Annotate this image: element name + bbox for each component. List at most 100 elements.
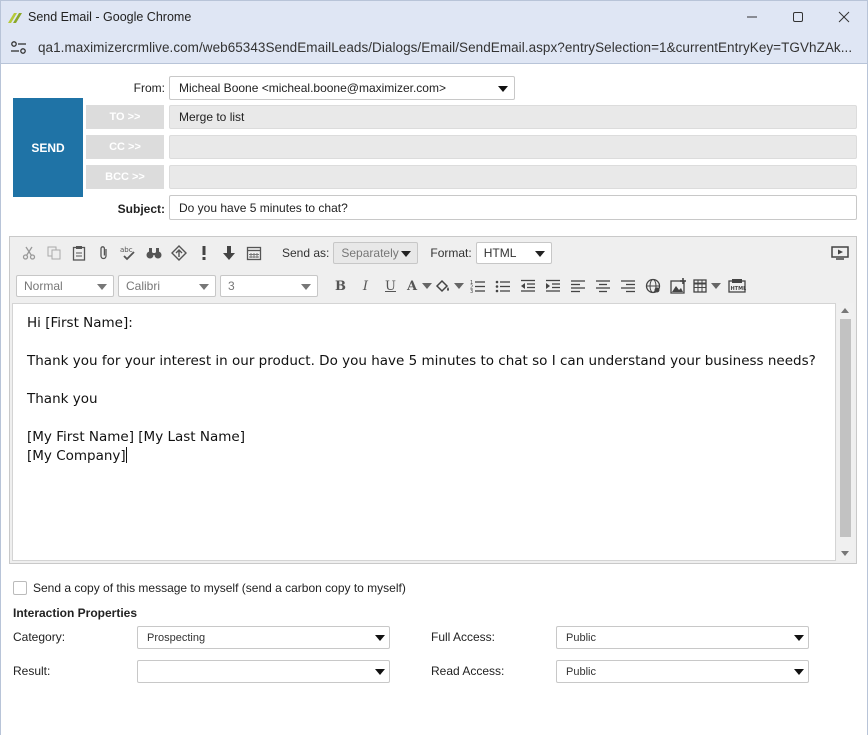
scrollbar-thumb[interactable] [840, 319, 851, 537]
subject-input[interactable]: Do you have 5 minutes to chat? [169, 195, 857, 220]
url-text[interactable]: qa1.maximizercrmlive.com/web65343SendEma… [38, 40, 852, 55]
spell-check-icon[interactable]: abc [116, 241, 141, 265]
cut-icon[interactable] [16, 241, 41, 265]
chevron-down-icon [375, 635, 385, 641]
chevron-down-icon[interactable] [453, 274, 465, 298]
font-size-select[interactable]: 3 [220, 275, 318, 297]
send-copy-label: Send a copy of this message to myself (s… [33, 581, 406, 595]
email-editor: abc Send as: Separately Format: HTML Nor… [9, 236, 857, 564]
editor-toolbar-top: abc Send as: Separately Format: HTML [10, 237, 856, 269]
close-icon [838, 11, 850, 23]
chevron-down-icon[interactable] [421, 274, 433, 298]
category-select[interactable]: Prospecting [137, 626, 390, 649]
maximizer-logo-icon [8, 12, 22, 23]
to-button[interactable]: TO >> [86, 105, 164, 129]
bcc-button[interactable]: BCC >> [86, 165, 164, 189]
svg-text:HTML: HTML [731, 286, 747, 292]
chevron-down-icon [794, 635, 804, 641]
send-copy-checkbox[interactable] [13, 581, 27, 595]
low-importance-icon[interactable] [216, 241, 241, 265]
numbered-list-icon[interactable]: 123 [465, 274, 490, 298]
insert-table-icon[interactable] [690, 274, 710, 298]
body-signature-company: [My Company] [27, 447, 821, 466]
send-as-value: Separately [341, 246, 399, 260]
to-field[interactable]: Merge to list [169, 105, 857, 129]
align-center-icon[interactable] [590, 274, 615, 298]
close-button[interactable] [821, 1, 867, 33]
copy-icon[interactable] [41, 241, 66, 265]
bold-icon[interactable]: B [328, 274, 353, 298]
body-closing: Thank you [27, 391, 98, 407]
insert-link-icon[interactable] [640, 274, 665, 298]
site-settings-icon[interactable] [10, 40, 28, 56]
from-select[interactable]: Micheal Boone <micheal.boone@maximizer.c… [169, 76, 515, 100]
full-access-label: Full Access: [431, 630, 496, 644]
calendar-icon[interactable] [241, 241, 266, 265]
email-body[interactable]: Hi [First Name]: Thank you for your inte… [12, 303, 836, 561]
address-bar: qa1.maximizercrmlive.com/web65343SendEma… [0, 32, 868, 64]
cc-field[interactable] [169, 135, 857, 159]
format-select[interactable]: HTML [475, 242, 552, 264]
full-access-select[interactable]: Public [556, 626, 809, 649]
chevron-down-icon [199, 284, 209, 290]
send-button[interactable]: SEND [13, 98, 83, 197]
chevron-down-icon [301, 284, 311, 290]
scroll-down-icon[interactable] [841, 551, 849, 556]
result-select[interactable] [137, 660, 390, 683]
read-access-value: Public [566, 665, 596, 678]
text-cursor [125, 447, 127, 463]
chevron-down-icon [375, 669, 385, 675]
chevron-down-icon[interactable] [710, 274, 722, 298]
outdent-icon[interactable] [515, 274, 540, 298]
body-signature-company-text: [My Company] [27, 448, 126, 464]
format-label: Format: [430, 246, 472, 260]
paste-icon[interactable] [66, 241, 91, 265]
bullet-list-icon[interactable] [490, 274, 515, 298]
title-bar: Send Email - Google Chrome [0, 0, 868, 32]
html-source-icon[interactable]: HTML [722, 274, 752, 298]
align-right-icon[interactable] [615, 274, 640, 298]
send-as-select[interactable]: Separately [333, 242, 419, 264]
category-value: Prospecting [147, 631, 206, 644]
format-value: HTML [483, 246, 517, 260]
chevron-down-icon [498, 86, 508, 92]
send-email-dialog: From: Micheal Boone <micheal.boone@maxim… [0, 64, 868, 735]
read-access-label: Read Access: [431, 664, 505, 678]
from-value: Micheal Boone <micheal.boone@maximizer.c… [179, 81, 446, 95]
font-color-icon[interactable]: A [403, 274, 421, 298]
body-greeting: Hi [First Name]: [27, 315, 133, 331]
attach-icon[interactable] [91, 241, 116, 265]
insert-image-icon[interactable] [665, 274, 690, 298]
font-size-value: 3 [228, 279, 235, 293]
maximize-icon [793, 12, 803, 22]
minimize-button[interactable] [729, 1, 775, 33]
paragraph-style-value: Normal [24, 279, 63, 293]
high-importance-icon[interactable] [191, 241, 216, 265]
font-family-select[interactable]: Calibri [118, 275, 216, 297]
maximize-button[interactable] [775, 1, 821, 33]
align-left-icon[interactable] [565, 274, 590, 298]
indent-icon[interactable] [540, 274, 565, 298]
minimize-icon [747, 16, 757, 18]
svg-text:3: 3 [470, 289, 473, 293]
highlight-color-icon[interactable] [433, 274, 453, 298]
priority-up-icon[interactable] [166, 241, 191, 265]
preview-icon[interactable] [827, 241, 852, 265]
send-as-label: Send as: [282, 246, 330, 260]
read-access-select[interactable]: Public [556, 660, 809, 683]
find-icon[interactable] [141, 241, 166, 265]
interaction-properties-heading: Interaction Properties [13, 606, 138, 620]
cc-button[interactable]: CC >> [86, 135, 164, 159]
paragraph-style-select[interactable]: Normal [16, 275, 114, 297]
scroll-up-icon[interactable] [841, 308, 849, 313]
subject-label: Subject: [117, 202, 165, 216]
category-label: Category: [13, 630, 66, 644]
bcc-field[interactable] [169, 165, 857, 189]
from-label: From: [133, 81, 165, 95]
italic-icon[interactable]: I [353, 274, 378, 298]
chevron-down-icon [401, 251, 412, 257]
body-message: Thank you for your interest in our produ… [27, 353, 816, 369]
underline-icon[interactable]: U [378, 274, 403, 298]
editor-scrollbar[interactable] [837, 303, 854, 561]
svg-text:abc: abc [120, 246, 133, 254]
